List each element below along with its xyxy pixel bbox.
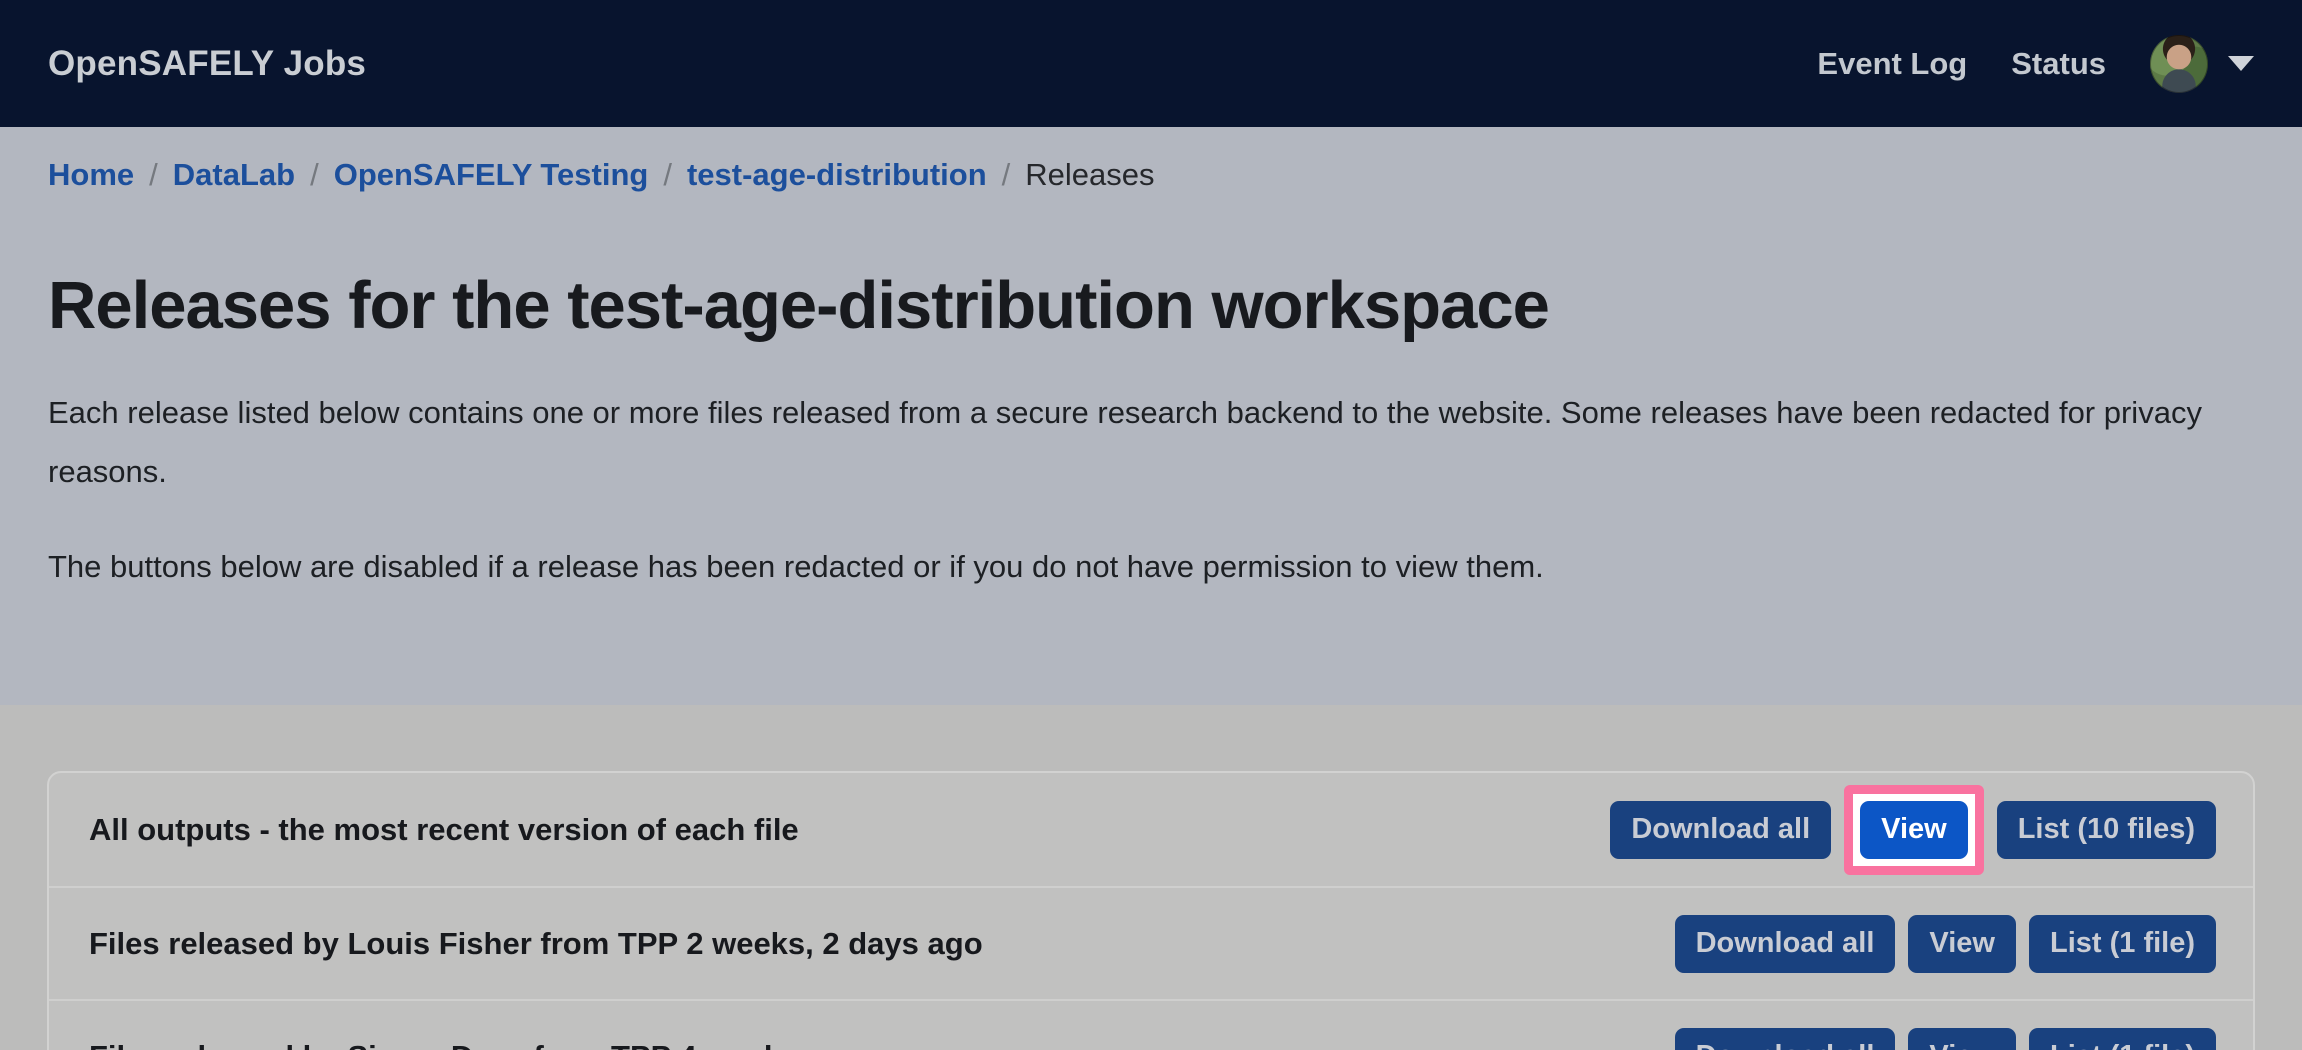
chevron-down-icon [2228, 56, 2254, 71]
release-title: Files released by Simon Davy from TPP 4 … [89, 1039, 862, 1050]
breadcrumb-separator: / [1002, 157, 1011, 193]
breadcrumb-separator: / [310, 157, 319, 193]
list-files-button[interactable]: List (1 file) [2029, 915, 2216, 973]
breadcrumb-workspace[interactable]: test-age-distribution [687, 157, 987, 193]
download-all-button[interactable]: Download all [1610, 801, 1831, 859]
top-navbar: OpenSAFELY Jobs Event Log Status [0, 0, 2302, 127]
release-title: All outputs - the most recent version of… [89, 812, 799, 848]
nav-link-status[interactable]: Status [2011, 46, 2106, 82]
release-actions: Download all View List (10 files) [1610, 785, 2216, 875]
annotation-highlight-box: View [1844, 785, 1984, 875]
breadcrumb-home[interactable]: Home [48, 157, 134, 193]
breadcrumb-opensafely-testing[interactable]: OpenSAFELY Testing [334, 157, 649, 193]
breadcrumb-separator: / [663, 157, 672, 193]
breadcrumb-separator: / [149, 157, 158, 193]
release-row-simon-davy: Files released by Simon Davy from TPP 4 … [49, 999, 2253, 1050]
breadcrumb-current-releases: Releases [1025, 157, 1154, 193]
breadcrumb: Home / DataLab / OpenSAFELY Testing / te… [48, 157, 2254, 193]
release-actions: Download all View List (1 file) [1675, 915, 2216, 973]
intro-paragraph-2: The buttons below are disabled if a rele… [48, 538, 2254, 597]
release-row-louis-fisher: Files released by Louis Fisher from TPP … [49, 886, 2253, 999]
user-menu-toggle[interactable] [2150, 35, 2254, 93]
avatar[interactable] [2150, 35, 2208, 93]
release-row-all-outputs: All outputs - the most recent version of… [49, 773, 2253, 886]
releases-section: All outputs - the most recent version of… [0, 705, 2302, 1050]
page-header-section: Home / DataLab / OpenSAFELY Testing / te… [0, 127, 2302, 705]
breadcrumb-datalab[interactable]: DataLab [173, 157, 295, 193]
releases-card: All outputs - the most recent version of… [47, 771, 2255, 1050]
list-files-button[interactable]: List (10 files) [1997, 801, 2216, 859]
brand-link[interactable]: OpenSAFELY Jobs [48, 44, 366, 84]
release-title: Files released by Louis Fisher from TPP … [89, 926, 983, 962]
nav-link-event-log[interactable]: Event Log [1817, 46, 1967, 82]
list-files-button[interactable]: List (1 file) [2029, 1028, 2216, 1050]
download-all-button[interactable]: Download all [1675, 915, 1896, 973]
page-title: Releases for the test-age-distribution w… [48, 267, 2254, 344]
view-button[interactable]: View [1908, 915, 2016, 973]
download-all-button[interactable]: Download all [1675, 1028, 1896, 1050]
navbar-right: Event Log Status [1817, 35, 2254, 93]
release-actions: Download all View List (1 file) [1675, 1028, 2216, 1050]
view-button[interactable]: View [1908, 1028, 2016, 1050]
intro-paragraph-1: Each release listed below contains one o… [48, 384, 2254, 502]
view-button[interactable]: View [1860, 801, 1968, 859]
